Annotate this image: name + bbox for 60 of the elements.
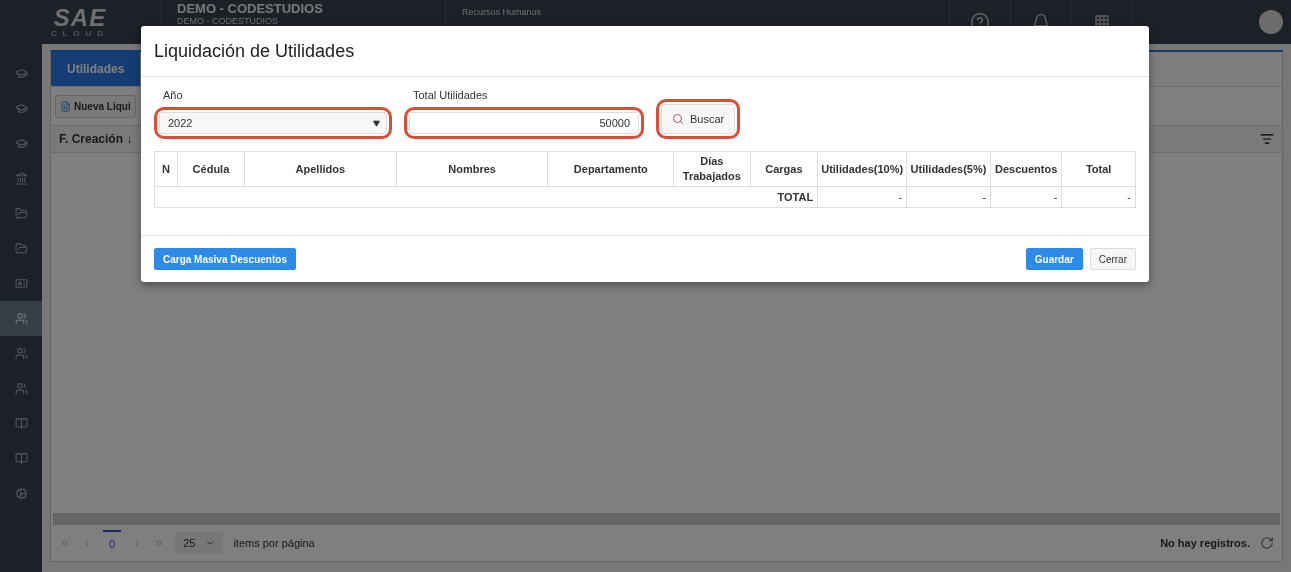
- column-header: Apellidos: [244, 151, 397, 187]
- module-section: Recursos Humanos: [462, 7, 933, 17]
- year-select[interactable]: 2022: [159, 112, 387, 134]
- page-number[interactable]: 0: [103, 530, 122, 556]
- id-card-icon: [14, 277, 28, 290]
- new-button[interactable]: Nueva Liqui: [55, 94, 136, 118]
- gear-icon: [14, 487, 28, 500]
- graduation-cap-icon: [14, 67, 28, 80]
- save-button[interactable]: Guardar: [1025, 248, 1083, 270]
- total-input[interactable]: 50000: [409, 112, 639, 134]
- column-header: N: [154, 151, 178, 187]
- company-name: DEMO - CODESTUDIOS: [177, 2, 324, 16]
- year-label: Año: [162, 89, 184, 101]
- table-cell: -: [817, 186, 907, 208]
- logo-subtext: CLOUD: [51, 28, 109, 38]
- people-icon: [14, 312, 28, 325]
- book-icon: [14, 417, 28, 430]
- column-header: Departamento: [548, 151, 674, 187]
- sidebar-item[interactable]: [0, 301, 42, 336]
- modal-title: Liquidación de Utilidades: [154, 40, 355, 62]
- graduation-cap-icon: [14, 137, 28, 150]
- document-icon: [60, 100, 71, 112]
- refresh-icon[interactable]: [1260, 536, 1274, 550]
- table-cell: -: [990, 186, 1062, 208]
- column-header: Utilidades(5%): [906, 151, 991, 187]
- column-header: Total: [1061, 151, 1136, 187]
- caret-icon: [205, 538, 216, 548]
- total-row-label: TOTAL: [154, 186, 818, 208]
- book-icon: [14, 452, 28, 465]
- column-header: Cargas: [750, 151, 818, 187]
- search-button[interactable]: Buscar: [661, 104, 736, 134]
- company-subname: DEMO - CODESTUDIOS: [177, 16, 279, 26]
- column-header: Descuentos: [990, 151, 1062, 187]
- caret-icon: [373, 119, 380, 127]
- status-text: No hay registros.: [1160, 537, 1250, 549]
- logo-text: SAE: [53, 6, 107, 29]
- filter-icon[interactable]: [1260, 132, 1274, 146]
- total-label: Total Utilidades: [412, 89, 489, 101]
- column-header: Cédula: [177, 151, 245, 187]
- folder-icon: [14, 242, 28, 255]
- table-cell: -: [906, 186, 991, 208]
- column-header: Nombres: [396, 151, 548, 187]
- first-page-icon[interactable]: [59, 537, 71, 549]
- people-icon: [14, 382, 28, 395]
- column-header: Utilidades(10%): [817, 151, 907, 187]
- column-header[interactable]: F. Creación ↓: [59, 132, 133, 146]
- scrollbar[interactable]: [53, 513, 1280, 525]
- tab[interactable]: Utilidades: [51, 52, 141, 86]
- graduation-cap-icon: [14, 102, 28, 115]
- close-button[interactable]: Cerrar: [1089, 248, 1136, 270]
- page-size-select[interactable]: 25: [175, 532, 224, 554]
- people-icon: [14, 347, 28, 360]
- table-cell: -: [1061, 186, 1136, 208]
- search-icon: [672, 113, 684, 125]
- bank-icon: [14, 172, 28, 185]
- folder-icon: [14, 207, 28, 220]
- bulk-discounts-button[interactable]: Carga Masiva Descuentos: [154, 248, 296, 270]
- avatar[interactable]: [1259, 10, 1283, 34]
- column-header: Días Trabajados: [673, 151, 751, 187]
- page-size-label: items por página: [233, 537, 315, 549]
